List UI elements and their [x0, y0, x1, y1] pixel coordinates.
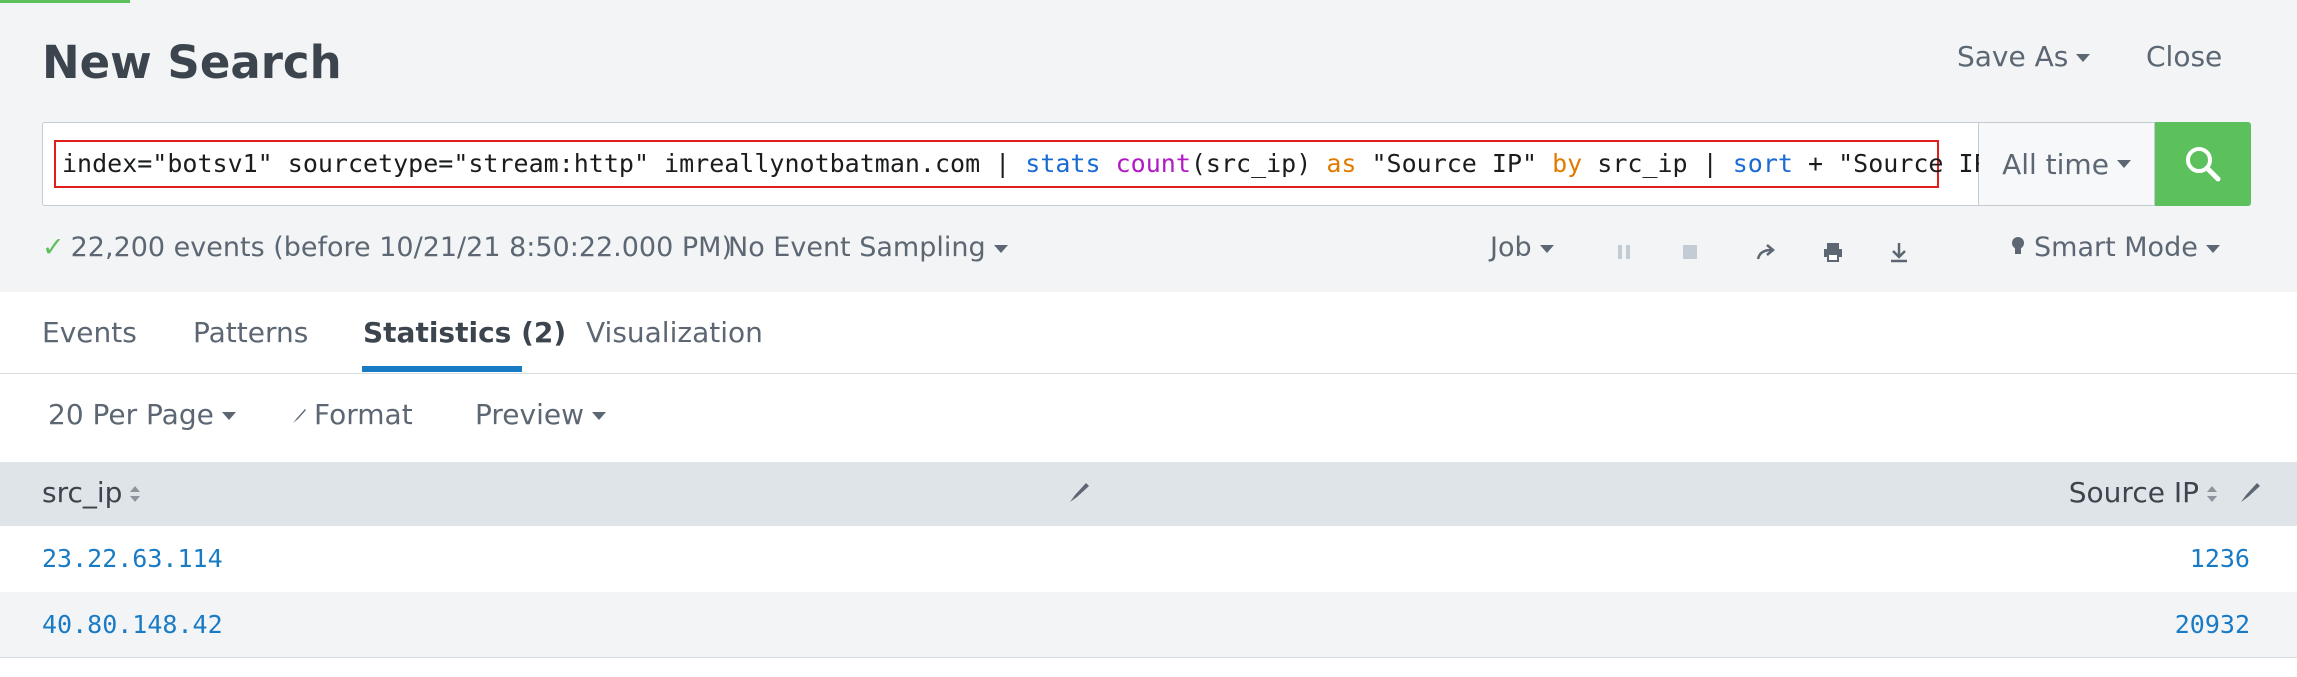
query-command-sort: sort — [1732, 149, 1793, 178]
tab-events[interactable]: Events — [42, 316, 137, 349]
column-format-brush-icon[interactable] — [2237, 480, 2263, 506]
chevron-down-icon — [2076, 54, 2091, 62]
chevron-down-icon — [2116, 160, 2131, 168]
close-label: Close — [2146, 40, 2223, 73]
tab-statistics[interactable]: Statistics (2) — [363, 316, 566, 349]
time-range-label: All time — [2002, 147, 2109, 181]
query-command-stats: stats — [1025, 149, 1101, 178]
table-footer-space — [0, 658, 2297, 677]
cell-source-ip-count[interactable]: 1236 — [2190, 544, 2250, 573]
event-count-status: ✓ 22,200 events (before 10/21/21 8:50:22.… — [42, 232, 732, 263]
column-label: Source IP — [2068, 476, 2199, 509]
event-sampling-dropdown[interactable]: No Event Sampling — [728, 232, 1008, 263]
query-text: src_ip | — [1582, 149, 1733, 178]
per-page-label: 20 Per Page — [48, 398, 214, 431]
job-label: Job — [1490, 232, 1532, 263]
sampling-label: No Event Sampling — [728, 232, 986, 263]
query-text: "Source IP" — [1356, 149, 1553, 178]
save-as-button[interactable]: Save As — [1957, 40, 2091, 73]
table-row: 40.80.148.42 20932 — [0, 592, 2297, 658]
query-keyword-by: by — [1552, 149, 1583, 178]
active-tab-indicator — [362, 366, 522, 372]
column-format-brush-icon[interactable] — [1066, 480, 1092, 506]
stop-button[interactable] — [1674, 236, 1706, 268]
tab-visualization[interactable]: Visualization — [586, 316, 763, 349]
sort-icon — [2207, 486, 2217, 502]
sort-icon — [130, 486, 141, 502]
preview-label: Preview — [475, 398, 584, 431]
brush-icon — [293, 409, 306, 423]
search-query-input[interactable]: index="botsv1" sourcetype="stream:http" … — [54, 140, 2004, 188]
column-label: src_ip — [42, 476, 123, 509]
stop-icon — [1683, 245, 1697, 259]
column-header-source-ip[interactable]: Source IP — [2069, 476, 2219, 509]
pause-icon — [1618, 245, 1630, 259]
print-button[interactable] — [1817, 236, 1849, 268]
search-mode-label: Smart Mode — [2034, 232, 2198, 263]
download-icon — [1891, 243, 1907, 263]
cell-source-ip-count[interactable]: 20932 — [2175, 610, 2250, 639]
time-range-picker[interactable]: All time — [1979, 122, 2155, 206]
search-icon — [2186, 147, 2221, 182]
query-text: (src_ip) — [1190, 149, 1327, 178]
chevron-down-icon — [1539, 244, 1554, 253]
format-label: Format — [314, 398, 413, 431]
print-icon — [1824, 243, 1842, 262]
lightbulb-icon — [2012, 237, 2024, 254]
search-mode-dropdown[interactable]: Smart Mode — [2010, 232, 2220, 263]
chevron-down-icon — [221, 412, 236, 420]
pause-button[interactable] — [1608, 236, 1640, 268]
cell-src-ip[interactable]: 23.22.63.114 — [42, 544, 223, 573]
close-button[interactable]: Close — [2146, 40, 2222, 73]
query-keyword-as: as — [1326, 149, 1357, 178]
chevron-down-icon — [993, 244, 1008, 253]
save-as-label: Save As — [1957, 40, 2069, 73]
share-button[interactable] — [1750, 236, 1782, 268]
query-function-count: count — [1115, 149, 1191, 178]
share-icon — [1756, 244, 1775, 260]
results-tabs: Events Patterns Statistics (2) Visualiza… — [0, 292, 2297, 374]
table-header: src_ip Source IP — [0, 462, 2297, 526]
checkmark-icon: ✓ — [42, 232, 65, 263]
job-menu[interactable]: Job — [1490, 232, 1554, 263]
search-submit-button[interactable] — [2155, 122, 2251, 206]
query-text — [1101, 149, 1116, 178]
results-controls: 20 Per Page Format Preview — [0, 374, 2297, 462]
column-header-src-ip[interactable]: src_ip — [42, 476, 142, 509]
export-button[interactable] — [1883, 236, 1915, 268]
query-text: index="botsv1" sourcetype="stream:http" … — [62, 149, 1026, 178]
per-page-dropdown[interactable]: 20 Per Page — [48, 398, 236, 431]
chevron-down-icon — [2205, 244, 2220, 253]
table-row: 23.22.63.114 1236 — [0, 526, 2297, 592]
query-text: + "Source IP" — [1792, 149, 2004, 178]
top-accent-bar — [0, 0, 130, 3]
cell-src-ip[interactable]: 40.80.148.42 — [42, 610, 223, 639]
tab-patterns[interactable]: Patterns — [193, 316, 308, 349]
preview-dropdown[interactable]: Preview — [475, 398, 606, 431]
events-summary: 22,200 events (before 10/21/21 8:50:22.0… — [70, 232, 732, 263]
page-title: New Search — [42, 36, 342, 89]
format-button[interactable]: Format — [290, 398, 413, 431]
chevron-down-icon — [592, 412, 606, 420]
